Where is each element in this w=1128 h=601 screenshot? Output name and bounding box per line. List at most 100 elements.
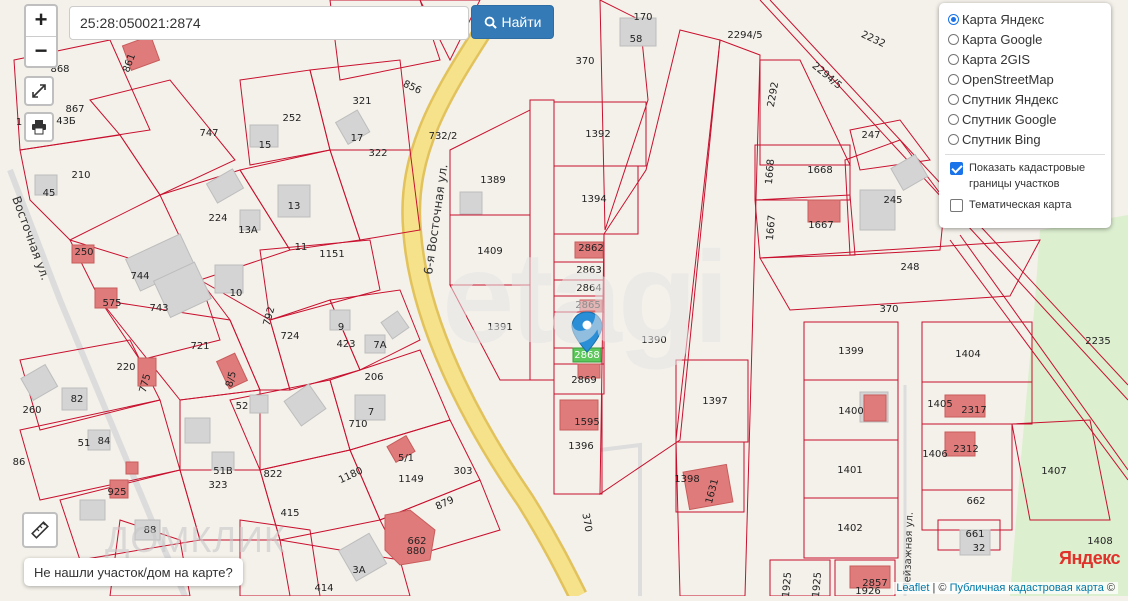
ruler-icon: [31, 521, 49, 539]
layer-option[interactable]: Карта Яндекс: [948, 9, 1105, 29]
parcel-label: 51: [78, 438, 91, 449]
parcel-label: 1389: [480, 175, 505, 186]
parcel-label: 1668: [807, 165, 832, 176]
print-button[interactable]: [24, 112, 54, 142]
parcel-label: 415: [280, 508, 299, 519]
parcel-label: 206: [364, 372, 383, 383]
parcel-label: 1149: [398, 474, 423, 485]
parcel-label: 1397: [702, 396, 727, 407]
parcel-label: 58: [630, 34, 643, 45]
parcel-label: 575: [102, 298, 121, 309]
parcel-label: 7А: [373, 340, 386, 351]
parcel-label: 423: [336, 339, 355, 350]
overlay-option[interactable]: Показать кадастровые границы участков: [948, 160, 1105, 192]
parcel-label: 1668: [764, 159, 777, 185]
parcel-label: 3А: [352, 565, 365, 576]
printer-icon: [32, 120, 46, 135]
parcel-label: 414: [314, 583, 333, 594]
parcel-label: 1408: [1087, 536, 1112, 547]
parcel-label: 1398: [674, 474, 699, 485]
parcel-label: 1406: [922, 449, 947, 460]
layer-option[interactable]: Карта Google: [948, 29, 1105, 49]
radio-icon[interactable]: [948, 53, 959, 65]
parcel-label: 82: [71, 394, 84, 405]
parcel-label: 10: [230, 288, 243, 299]
parcel-label: 880: [406, 546, 425, 557]
parcel-label: 822: [263, 469, 282, 480]
checkbox-checked-icon[interactable]: [950, 162, 963, 175]
radio-selected-icon[interactable]: [948, 13, 959, 25]
parcel-label: 1: [16, 117, 22, 128]
leaflet-link[interactable]: Leaflet: [896, 582, 929, 594]
parcel-label: 322: [368, 148, 387, 159]
parcel-label: 84: [98, 436, 111, 447]
parcel-label: 321: [352, 96, 371, 107]
radio-icon[interactable]: [948, 93, 959, 105]
layer-option[interactable]: OpenStreetMap: [948, 69, 1105, 89]
parcel-label: 32: [973, 543, 986, 554]
parcel-label: 743: [149, 303, 168, 314]
cadastral-search-input[interactable]: [69, 6, 469, 40]
parcel-label: 220: [116, 362, 135, 373]
attribution-suffix: ©: [1106, 582, 1115, 594]
parcel-label: 1407: [1041, 466, 1066, 477]
etagi-watermark: etagi: [442, 224, 729, 370]
layer-option[interactable]: Спутник Яндекс: [948, 89, 1105, 109]
parcel-label: 51В: [213, 466, 233, 477]
radio-icon[interactable]: [948, 133, 959, 145]
measure-button[interactable]: [22, 512, 58, 548]
parcel-label: 7: [368, 407, 374, 418]
parcel-label: 303: [453, 466, 472, 477]
parcel-label: 1667: [765, 215, 778, 241]
parcel-label: 1404: [955, 349, 980, 360]
parcel-label: 1595: [574, 417, 599, 428]
parcel-label: 260: [22, 405, 41, 416]
parcel-label: 2235: [1085, 336, 1110, 347]
parcel-label: 732/2: [429, 131, 458, 142]
parcel-label: 662: [966, 496, 985, 507]
parcel-label: 721: [190, 341, 209, 352]
yandex-logo: Яндекс: [1059, 548, 1121, 568]
parcel-label: 52: [236, 401, 249, 412]
parcel-label: 210: [71, 170, 90, 181]
parcel-label: 1405: [927, 399, 952, 410]
fullscreen-button[interactable]: [24, 76, 54, 106]
parcel-label: 710: [348, 419, 367, 430]
parcel-label: 86: [13, 457, 26, 468]
checkbox-icon[interactable]: [950, 199, 963, 212]
zoom-out-button[interactable]: −: [26, 36, 56, 67]
parcel-label: 2317: [961, 405, 986, 416]
layer-option[interactable]: Спутник Bing: [948, 129, 1105, 149]
parcel-label: 2294/5: [727, 30, 762, 41]
search-button[interactable]: Найти: [471, 5, 554, 39]
parcel-label: 43Б: [56, 116, 76, 127]
layer-option[interactable]: Карта 2GIS: [948, 49, 1105, 69]
parcel-label: 1396: [568, 441, 593, 452]
parcel-label: 323: [208, 480, 227, 491]
radio-icon[interactable]: [948, 33, 959, 45]
radio-icon[interactable]: [948, 73, 959, 85]
parcel-label: 1392: [585, 129, 610, 140]
parcel-label: 170: [633, 12, 652, 23]
attribution: Leaflet | © Публичная кадастровая карта …: [893, 582, 1118, 594]
parcel-label: 245: [883, 195, 902, 206]
parcel-label: 17: [351, 133, 364, 144]
parcel-label: 250: [74, 247, 93, 258]
zoom-in-button[interactable]: +: [26, 6, 56, 36]
fullscreen-icon: [32, 84, 46, 98]
parcel-label: 1402: [837, 523, 862, 534]
parcel-label: 2312: [953, 444, 978, 455]
not-found-button[interactable]: Не нашли участок/дом на карте?: [24, 558, 243, 586]
parcel-label: 224: [208, 213, 227, 224]
parcel-label: 747: [199, 128, 218, 139]
radio-icon[interactable]: [948, 113, 959, 125]
cadastre-link[interactable]: Публичная кадастровая карта: [950, 582, 1104, 594]
parcel-label: 1401: [837, 465, 862, 476]
parcel-label: 45: [43, 188, 56, 199]
attribution-separator: | ©: [932, 582, 947, 594]
overlay-option[interactable]: Тематическая карта: [948, 197, 1105, 213]
parcel-label: 13: [288, 201, 301, 212]
parcel-label: 867: [65, 104, 84, 115]
layer-option[interactable]: Спутник Google: [948, 109, 1105, 129]
parcel-label: 247: [861, 130, 880, 141]
